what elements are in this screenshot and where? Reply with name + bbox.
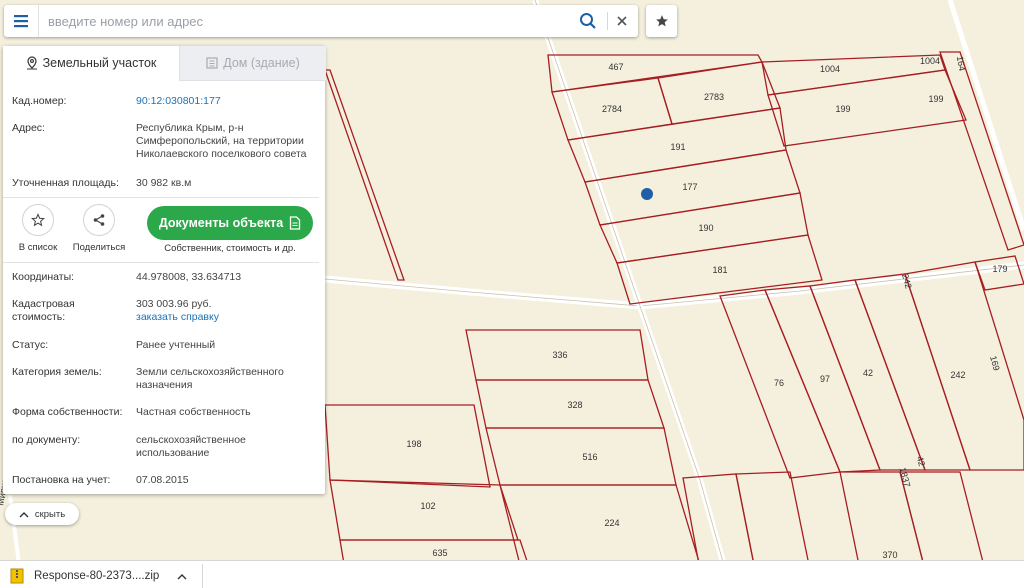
field-label: Кадастровая стоимость:: [12, 298, 75, 323]
plot-number-label: 328: [567, 400, 582, 410]
add-to-list-button[interactable]: [22, 204, 54, 236]
divider: [3, 262, 319, 263]
field-label: Статус:: [12, 339, 49, 351]
map-pin-icon: [26, 56, 37, 70]
plot-number-label: 635: [432, 548, 447, 558]
tab-building-label: Дом (здание): [223, 56, 300, 70]
hide-panel-label: скрыть: [34, 508, 66, 520]
share-icon: [93, 214, 105, 226]
plot-number-label: 1004: [820, 64, 840, 74]
location-marker[interactable]: [641, 188, 653, 200]
download-filename: Response-80-2373....zip: [34, 570, 160, 582]
field-value: 30 982 кв.м: [136, 177, 192, 189]
plot-number-label: 2783: [704, 92, 724, 102]
plot-number-label: 224: [604, 518, 619, 528]
star-outline-icon: [31, 213, 45, 227]
plot-number-label: 97: [820, 374, 830, 384]
plot-number-label: 179: [992, 264, 1007, 274]
plot-number-label: 516: [582, 452, 597, 462]
tab-building[interactable]: Дом (здание): [179, 46, 326, 81]
star-icon: [655, 15, 668, 27]
search-input[interactable]: [44, 5, 572, 37]
menu-button[interactable]: [4, 5, 39, 37]
object-documents-label: Документы объекта: [158, 216, 284, 230]
field-value: Ранее учтенный: [136, 339, 216, 351]
panel-tabs: Земельный участок Дом (здание): [3, 46, 326, 81]
field-value: сельскохозяйственное использование: [136, 434, 246, 459]
share-label: Поделиться: [72, 242, 126, 253]
field-value: Республика Крым, р-н Симферопольский, на…: [136, 122, 307, 160]
plot-number-label: 177: [682, 182, 697, 192]
plot-number-label: 199: [928, 94, 943, 104]
cad-number-link[interactable]: 90:12:030801:177: [136, 95, 321, 108]
plot-number-label: 199: [835, 104, 850, 114]
field-label: Категория земель:: [12, 366, 102, 378]
field-label: Адрес:: [12, 122, 45, 134]
tab-land-plot[interactable]: Земельный участок: [3, 46, 179, 80]
favorites-button[interactable]: [646, 5, 677, 37]
clear-button[interactable]: [612, 11, 632, 31]
field-value: 07.08.2015: [136, 474, 189, 486]
plot-number-label: 102: [420, 501, 435, 511]
add-to-list-label: В список: [18, 242, 58, 253]
field-value: Земли сельскохозяйственного назначения: [136, 366, 284, 391]
tab-land-plot-label: Земельный участок: [42, 56, 157, 70]
field-label: Кад.номер:: [12, 95, 67, 107]
plot-number-label: 467: [608, 62, 623, 72]
zip-file-icon: [10, 568, 24, 584]
plot-number-label: 181: [712, 265, 727, 275]
search-separator: [607, 12, 608, 30]
plot-number-label: 76: [774, 378, 784, 388]
plot-info-panel: Земельный участок Дом (здание) Кад.номер…: [3, 46, 326, 494]
order-certificate-link[interactable]: заказать справку: [136, 311, 321, 324]
plot-number-label: 191: [670, 142, 685, 152]
plot-number-label: 190: [698, 223, 713, 233]
field-value: Частная собственность: [136, 406, 251, 418]
field-label: по документу:: [12, 434, 81, 446]
plot-number-label: 198: [406, 439, 421, 449]
field-value: 44.978008, 33.634713: [136, 271, 242, 283]
plot-number-label: 42: [863, 368, 873, 378]
hamburger-icon: [14, 15, 28, 28]
field-label: Постановка на учет:: [12, 474, 111, 486]
field-label: Форма собственности:: [12, 406, 123, 418]
close-icon: [617, 16, 627, 26]
share-action[interactable]: Поделиться: [69, 204, 129, 253]
field-label: Координаты:: [12, 271, 75, 283]
building-icon: [206, 57, 218, 69]
object-documents-button[interactable]: Документы объекта: [147, 206, 313, 240]
plot-number-label: 242: [950, 370, 965, 380]
search-button[interactable]: [578, 11, 598, 31]
plot-number-label: 1004: [920, 56, 940, 66]
add-to-list-action[interactable]: В список: [15, 204, 61, 253]
field-label: Уточненная площадь:: [12, 177, 119, 189]
chevron-up-icon[interactable]: [177, 573, 187, 580]
divider: [3, 197, 319, 198]
search-icon: [580, 13, 596, 29]
plot-number-label: 336: [552, 350, 567, 360]
share-button[interactable]: [83, 204, 115, 236]
chevron-up-icon: [19, 511, 29, 517]
field-value: 303 003.96 руб.: [136, 298, 212, 310]
documents-subtitle: Собственник, стоимость и др.: [164, 243, 296, 254]
hide-panel-button[interactable]: скрыть: [5, 503, 79, 525]
download-item[interactable]: Response-80-2373....zip: [10, 565, 187, 587]
document-icon: [290, 216, 301, 230]
plot-number-label: 370: [882, 550, 897, 560]
plot-number-label: 2784: [602, 104, 622, 114]
search-bar: [4, 5, 638, 37]
download-separator: [202, 564, 203, 588]
download-bar: Response-80-2373....zip: [0, 560, 1024, 588]
